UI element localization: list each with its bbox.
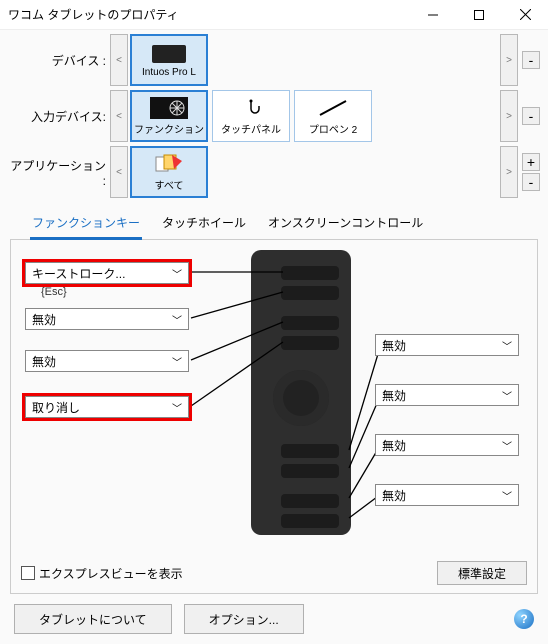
help-button[interactable]: ? — [514, 609, 534, 629]
touch-icon — [232, 97, 270, 119]
chevron-down-icon: ﹀ — [502, 488, 512, 503]
combo-value: 取り消し — [32, 399, 80, 416]
combo-value: 無効 — [382, 487, 406, 504]
chevron-down-icon: ﹀ — [502, 338, 512, 353]
chevron-down-icon: ﹀ — [502, 438, 512, 453]
app-add-button[interactable]: + — [522, 153, 540, 171]
app-tile-label: すべて — [155, 177, 184, 192]
combo-value: キーストローク... — [32, 265, 125, 282]
checkbox-box — [21, 566, 35, 580]
functions-icon — [150, 97, 188, 119]
device-rows: デバイス : < Intuos Pro L > - 入力デバイス: < ファンク… — [0, 30, 548, 206]
options-label: オプション... — [209, 611, 279, 628]
right-key-2-combo[interactable]: 無効 ﹀ — [375, 384, 519, 406]
footer: タブレットについて オプション... ? — [0, 594, 548, 644]
chevron-down-icon: ﹀ — [502, 388, 512, 403]
device-tile[interactable]: Intuos Pro L — [130, 34, 208, 86]
tab-touchwheel[interactable]: タッチホイール — [160, 214, 248, 239]
input-row: 入力デバイス: < ファンクション タッチパネル プロペン 2 > - — [0, 88, 548, 144]
help-icon: ? — [520, 612, 527, 626]
combo-value: 無効 — [382, 387, 406, 404]
maximize-icon — [474, 10, 484, 20]
express-key-3 — [281, 316, 339, 330]
combo-value: 無効 — [382, 437, 406, 454]
device-row-label: デバイス : — [8, 52, 108, 69]
express-key-4 — [281, 336, 339, 350]
left-key-2-combo[interactable]: 無効 ﹀ — [25, 308, 189, 330]
express-view-label: エクスプレスビューを表示 — [39, 565, 183, 582]
device-row: デバイス : < Intuos Pro L > - — [0, 32, 548, 88]
combo-value: 無効 — [32, 353, 56, 370]
about-tablet-label: タブレットについて — [39, 611, 147, 628]
close-button[interactable] — [502, 0, 548, 30]
input-row-label: 入力デバイス: — [8, 108, 108, 125]
pen-icon — [314, 97, 352, 119]
app-next-button[interactable]: > — [500, 146, 518, 198]
left-key-3-combo[interactable]: 無効 ﹀ — [25, 350, 189, 372]
input-tile-touch[interactable]: タッチパネル — [212, 90, 290, 142]
express-key-1 — [281, 266, 339, 280]
maximize-button[interactable] — [456, 0, 502, 30]
express-key-8 — [281, 514, 339, 528]
window-title: ワコム タブレットのプロパティ — [8, 6, 410, 23]
chevron-down-icon: ﹀ — [172, 400, 182, 415]
left-key-4-combo[interactable]: 取り消し ﹀ — [25, 396, 189, 418]
app-row: アプリケーション : < すべて > + - — [0, 144, 548, 200]
right-key-1-combo[interactable]: 無効 ﹀ — [375, 334, 519, 356]
tab-onscreen[interactable]: オンスクリーンコントロール — [266, 214, 425, 239]
input-next-button[interactable]: > — [500, 90, 518, 142]
express-key-6 — [281, 464, 339, 478]
content-panel: キーストローク... ﹀ {Esc} 無効 ﹀ 無効 ﹀ 取り消し ﹀ 無効 ﹀… — [10, 240, 538, 594]
device-prev-button[interactable]: < — [110, 34, 128, 86]
left-key-1-combo[interactable]: キーストローク... ﹀ — [25, 262, 189, 284]
chevron-down-icon: ﹀ — [172, 266, 182, 281]
input-tile-label: プロペン 2 — [309, 121, 357, 136]
app-prev-button[interactable]: < — [110, 146, 128, 198]
app-tile-all[interactable]: すべて — [130, 146, 208, 198]
input-prev-button[interactable]: < — [110, 90, 128, 142]
combo-value: 無効 — [32, 311, 56, 328]
tabs: ファンクションキー タッチホイール オンスクリーンコントロール — [10, 206, 538, 240]
minimize-button[interactable] — [410, 0, 456, 30]
device-next-button[interactable]: > — [500, 34, 518, 86]
tablet-diagram — [251, 250, 351, 535]
tablet-icon — [150, 43, 188, 65]
apps-all-icon — [150, 153, 188, 175]
input-tile-functions[interactable]: ファンクション — [130, 90, 208, 142]
content-bottom-row: エクスプレスビューを表示 標準設定 — [21, 561, 527, 585]
tab-functionkey[interactable]: ファンクションキー — [30, 214, 142, 240]
input-tile-pen[interactable]: プロペン 2 — [294, 90, 372, 142]
about-tablet-button[interactable]: タブレットについて — [14, 604, 172, 634]
touch-ring — [273, 370, 329, 426]
minimize-icon — [428, 10, 438, 20]
input-tile-label: ファンクション — [134, 121, 204, 136]
options-button[interactable]: オプション... — [184, 604, 304, 634]
device-remove-button[interactable]: - — [522, 51, 540, 69]
express-key-7 — [281, 494, 339, 508]
device-tile-label: Intuos Pro L — [142, 67, 196, 78]
express-view-checkbox[interactable]: エクスプレスビューを表示 — [21, 565, 183, 582]
left-key-1-annotation: {Esc} — [41, 286, 67, 298]
titlebar: ワコム タブレットのプロパティ — [0, 0, 548, 30]
combo-value: 無効 — [382, 337, 406, 354]
express-key-5 — [281, 444, 339, 458]
app-remove-button[interactable]: - — [522, 173, 540, 191]
input-remove-button[interactable]: - — [522, 107, 540, 125]
right-key-3-combo[interactable]: 無効 ﹀ — [375, 434, 519, 456]
close-icon — [520, 9, 531, 20]
app-row-label: アプリケーション : — [8, 157, 108, 188]
chevron-down-icon: ﹀ — [172, 354, 182, 369]
right-key-4-combo[interactable]: 無効 ﹀ — [375, 484, 519, 506]
chevron-down-icon: ﹀ — [172, 312, 182, 327]
default-settings-label: 標準設定 — [458, 565, 506, 582]
input-tile-label: タッチパネル — [221, 121, 281, 136]
default-settings-button[interactable]: 標準設定 — [437, 561, 527, 585]
express-key-2 — [281, 286, 339, 300]
